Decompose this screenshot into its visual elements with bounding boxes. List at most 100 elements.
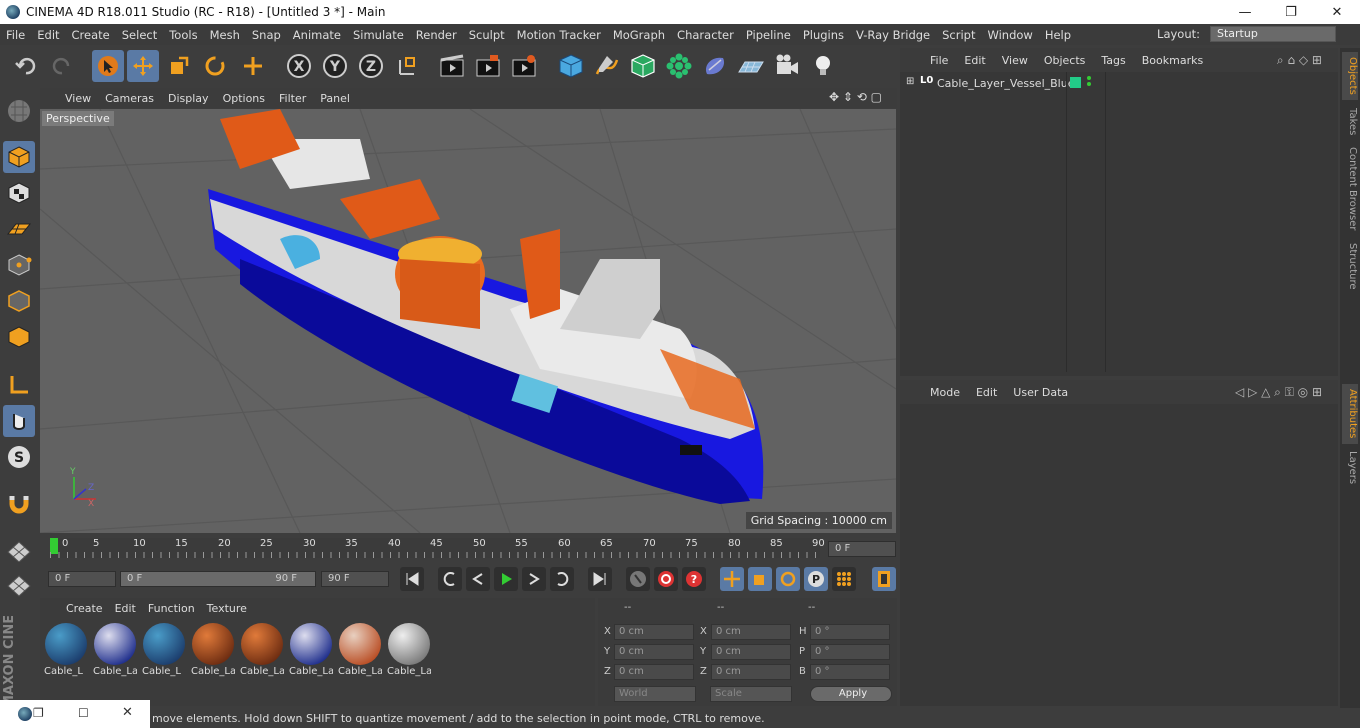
attribute-menu-user-data[interactable]: User Data — [1005, 386, 1076, 399]
pen-spline-icon[interactable] — [591, 50, 623, 82]
editor-visibility-dot[interactable] — [1087, 76, 1091, 80]
rotation-p-field[interactable]: 0 ° — [810, 644, 890, 660]
material-menu-texture[interactable]: Texture — [201, 602, 253, 615]
menu-plugins[interactable]: Plugins — [797, 28, 850, 42]
object-menu-tags[interactable]: Tags — [1093, 54, 1133, 67]
menu-create[interactable]: Create — [66, 28, 116, 42]
menu-file[interactable]: File — [0, 28, 31, 42]
tab-takes[interactable]: Takes — [1342, 104, 1358, 140]
axis-mode-icon[interactable] — [3, 369, 35, 401]
viewport-menu-panel[interactable]: Panel — [313, 92, 357, 105]
position-z-field[interactable]: 0 cm — [614, 664, 694, 680]
key-scale-icon[interactable] — [748, 567, 772, 591]
recent-tools-icon[interactable] — [237, 50, 269, 82]
minimize-button[interactable]: — — [1222, 0, 1268, 24]
render-picture-viewer-icon[interactable] — [472, 50, 504, 82]
size-y-field[interactable]: 0 cm — [711, 644, 791, 660]
next-key-icon[interactable] — [550, 567, 574, 591]
viewport-menu-cameras[interactable]: Cameras — [98, 92, 161, 105]
deformer-icon[interactable] — [699, 50, 731, 82]
layout-select[interactable]: Startup — [1210, 26, 1336, 42]
menu-edit[interactable]: Edit — [31, 28, 65, 42]
object-row[interactable]: ⊞ L0 Cable_Layer_Vessel_Blue — [900, 72, 1338, 94]
material-thumbnail[interactable]: Cable_L — [44, 622, 88, 678]
previous-frame-icon[interactable] — [466, 567, 490, 591]
close-button[interactable]: ✕ — [1314, 0, 1360, 24]
camera-icon[interactable] — [771, 50, 803, 82]
menu-help[interactable]: Help — [1039, 28, 1077, 42]
taskbar-preview[interactable]: ❐ ☐ ✕ — [0, 700, 150, 728]
end-frame-field[interactable]: 90 F — [321, 571, 389, 587]
undo-icon[interactable] — [10, 50, 42, 82]
material-thumbnail[interactable]: Cable_La — [240, 622, 284, 678]
material-thumbnail[interactable]: Cable_La — [387, 622, 431, 678]
tab-objects[interactable]: Objects — [1342, 52, 1358, 100]
redo-icon[interactable] — [46, 50, 78, 82]
viewport-nav-icons[interactable]: ✥ ⇕ ⟲ ▢ — [822, 90, 889, 104]
snap-icon[interactable] — [3, 487, 35, 519]
play-icon[interactable] — [494, 567, 518, 591]
x-axis-icon[interactable]: X — [283, 50, 315, 82]
timeline-track[interactable]: 0 5 10 15 20 25 30 35 40 45 50 55 60 65 … — [50, 538, 825, 558]
material-thumbnail[interactable]: Cable_La — [338, 622, 382, 678]
viewport-camera-label[interactable]: Perspective — [42, 111, 114, 126]
tab-structure[interactable]: Structure — [1342, 238, 1358, 294]
scale-dropdown[interactable]: Scale — [710, 686, 792, 702]
position-y-field[interactable]: 0 cm — [614, 644, 694, 660]
viewport-menu-options[interactable]: Options — [216, 92, 272, 105]
timeline-window-icon[interactable] — [872, 567, 896, 591]
subdivision-surface-icon[interactable] — [627, 50, 659, 82]
go-to-start-icon[interactable] — [400, 567, 424, 591]
menu-vray-bridge[interactable]: V-Ray Bridge — [850, 28, 936, 42]
key-parameter-icon[interactable]: P — [804, 567, 828, 591]
close-icon[interactable]: ✕ — [122, 705, 133, 720]
restore-icon[interactable]: ❐ — [33, 706, 44, 720]
object-menu-objects[interactable]: Objects — [1036, 54, 1094, 67]
polygons-mode-icon[interactable] — [3, 321, 35, 353]
cube-icon[interactable] — [555, 50, 587, 82]
tab-attributes[interactable]: Attributes — [1342, 384, 1358, 444]
render-visibility-dot[interactable] — [1087, 82, 1091, 86]
model-mode-icon[interactable] — [3, 141, 35, 173]
menu-window[interactable]: Window — [981, 28, 1038, 42]
y-axis-icon[interactable]: Y — [319, 50, 351, 82]
menu-snap[interactable]: Snap — [246, 28, 287, 42]
material-thumbnail[interactable]: Cable_La — [191, 622, 235, 678]
menu-character[interactable]: Character — [671, 28, 740, 42]
live-selection-icon[interactable] — [92, 50, 124, 82]
keyframe-selection-icon[interactable]: ? — [682, 567, 706, 591]
maximize-button[interactable]: ❐ — [1268, 0, 1314, 24]
key-position-icon[interactable] — [720, 567, 744, 591]
material-menu-create[interactable]: Create — [60, 602, 109, 615]
move-icon[interactable] — [127, 50, 159, 82]
cloner-icon[interactable] — [663, 50, 695, 82]
quantize-icon[interactable] — [3, 569, 35, 601]
points-mode-icon[interactable] — [3, 249, 35, 281]
attribute-menu-mode[interactable]: Mode — [922, 386, 968, 399]
tab-layers[interactable]: Layers — [1342, 448, 1358, 488]
menu-pipeline[interactable]: Pipeline — [740, 28, 797, 42]
menu-motion-tracker[interactable]: Motion Tracker — [511, 28, 607, 42]
object-name[interactable]: Cable_Layer_Vessel_Blue — [937, 77, 1074, 90]
material-menu-edit[interactable]: Edit — [109, 602, 142, 615]
object-nav-icons[interactable]: ⌕ ⌂ ◇ ⊞ — [1269, 53, 1330, 68]
menu-tools[interactable]: Tools — [163, 28, 203, 42]
workplane-lock-icon[interactable] — [3, 533, 35, 565]
start-frame-field[interactable]: 0 F — [48, 571, 116, 587]
object-menu-bookmarks[interactable]: Bookmarks — [1134, 54, 1211, 67]
3d-viewport[interactable]: Perspective Y Z X Grid Spacing : 10000 c… — [40, 109, 896, 533]
menu-animate[interactable]: Animate — [287, 28, 347, 42]
menu-mesh[interactable]: Mesh — [204, 28, 246, 42]
make-editable-icon[interactable] — [3, 95, 35, 127]
expand-icon[interactable]: ⊞ — [906, 76, 914, 87]
world-dropdown[interactable]: World — [614, 686, 696, 702]
timeline-ruler[interactable]: 0 5 10 15 20 25 30 35 40 45 50 55 60 65 … — [40, 536, 897, 560]
material-thumbnail[interactable]: Cable_L — [142, 622, 186, 678]
attribute-menu-edit[interactable]: Edit — [968, 386, 1005, 399]
layer-color-swatch[interactable] — [1070, 77, 1081, 88]
apply-button[interactable]: Apply — [810, 686, 892, 702]
go-to-end-icon[interactable] — [588, 567, 612, 591]
rotation-h-field[interactable]: 0 ° — [810, 624, 890, 640]
position-x-field[interactable]: 0 cm — [614, 624, 694, 640]
material-thumbnail[interactable]: Cable_La — [93, 622, 137, 678]
